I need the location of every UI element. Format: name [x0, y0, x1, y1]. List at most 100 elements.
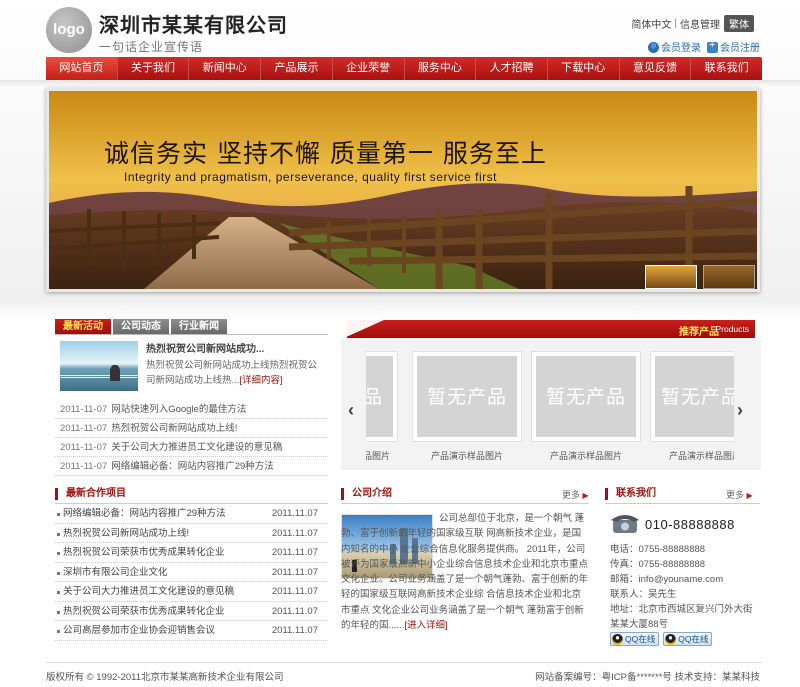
product-card[interactable]: 暂无产品 产品演示样品图片	[531, 351, 641, 463]
member-login-label: 会员登录	[661, 43, 701, 54]
products-title: 推荐产品	[679, 327, 719, 338]
product-card[interactable]: 暂无产品 产品演示样品图片	[366, 351, 398, 463]
nav-shadow	[0, 80, 800, 88]
cooperation-item[interactable]: 网络编辑必备：网站内容推广29种方法 2011.11.07	[55, 504, 328, 524]
member-login-link[interactable]: 会员登录	[648, 39, 701, 54]
feature-news-desc: 热烈祝贺公司新网站成功上线热烈祝贺公司新网站成功上线热...[详细内容]	[146, 358, 326, 388]
nav-item-service[interactable]: 服务中心	[405, 57, 477, 80]
tab-latest-activity[interactable]: 最新活动	[55, 319, 111, 335]
chevron-right-icon: ▶	[746, 491, 753, 500]
cooperation-item[interactable]: 热烈祝贺公司荣获市优秀成果转化企业 2011.11.07	[55, 602, 328, 621]
top-links: 简体中文 | 信息管理 繁体	[631, 15, 754, 32]
cooperation-item[interactable]: 热烈祝贺公司新网站成功上线! 2011.11.07	[55, 524, 328, 543]
cooperation-item-date: 2011.11.07	[271, 605, 318, 617]
cooperation-item[interactable]: 公司高层参加市企业协会迎销售会议 2011.11.07	[55, 621, 328, 641]
feature-image-rail	[60, 375, 138, 378]
company-name: 深圳市某某有限公司	[99, 15, 288, 37]
contact-phone-number: 010-88888888	[645, 517, 735, 532]
news-list-item[interactable]: 2011-11-07 网站快速列入Google的最佳方法	[55, 400, 328, 419]
news-list-item[interactable]: 2011-11-07 关于公司大力推进员工文化建设的意见稿	[55, 438, 328, 457]
cooperation-item-title: 公司高层参加市企业协会迎销售会议	[63, 625, 216, 636]
news-date: 2011-11-07	[60, 461, 108, 472]
product-placeholder: 暂无产品	[366, 356, 393, 437]
product-card[interactable]: 暂无产品 产品演示样品图片	[412, 351, 522, 463]
nav-item-contact[interactable]: 联系我们	[691, 57, 762, 80]
cooperation-item[interactable]: 深圳市有限公司企业文化 2011.11.07	[55, 563, 328, 582]
contact-person: 联系人：吴先生	[610, 589, 677, 600]
feature-news-more-link[interactable]: [详细内容]	[239, 375, 282, 386]
member-links: 会员登录 会员注册	[648, 39, 760, 54]
cooperation-item-title: 热烈祝贺公司荣获市优秀成果转化企业	[63, 605, 225, 617]
product-caption: 产品演示样品图片	[668, 451, 734, 461]
feature-news-title[interactable]: 热烈祝贺公司新网站成功...	[146, 340, 264, 355]
feature-news-desc-text: 热烈祝贺公司新网站成功上线热烈祝贺公司新网站成功上线热...	[146, 360, 318, 386]
tab-company-news[interactable]: 公司动态	[113, 319, 169, 335]
cooperation-item-title: 热烈祝贺公司新网站成功上线!	[63, 527, 190, 539]
header: logo 深圳市某某有限公司 一句话企业宣传语 简体中文 | 信息管理 繁体 会…	[0, 0, 800, 56]
tabs-underline	[55, 334, 328, 335]
nav-item-downloads[interactable]: 下载中心	[548, 57, 620, 80]
member-register-label: 会员注册	[720, 43, 760, 54]
feature-image-person	[110, 365, 120, 381]
news-list-item[interactable]: 2011-11-07 热烈祝贺公司新网站成功上线!	[55, 419, 328, 438]
feature-news-image[interactable]	[60, 341, 138, 391]
cooperation-item-date: 2011.11.07	[271, 547, 318, 558]
footer-icp: 网站备案编号：粤ICP备*******号 技术支持：某某科技	[535, 672, 760, 683]
about-more-label: 更多	[562, 490, 581, 500]
cooperation-item-title: 深圳市有限公司企业文化	[63, 566, 168, 578]
nav-item-honors[interactable]: 企业荣誉	[333, 57, 405, 80]
nav-item-products[interactable]: 产品展示	[261, 57, 333, 80]
products-next-arrow[interactable]: ›	[737, 400, 743, 421]
contact-tel: 电话：0755-88888888	[610, 544, 706, 555]
product-image-frame: 暂无产品	[366, 351, 398, 442]
banner-thumbnail-2[interactable]	[703, 265, 755, 289]
about-more-link[interactable]: 更多 ▶	[562, 488, 589, 501]
lang-traditional-button[interactable]: 繁体	[724, 15, 754, 32]
about-detail-link[interactable]: [进入详细]	[404, 620, 447, 631]
news-title: 热烈祝贺公司新网站成功上线!	[111, 423, 238, 434]
nav-item-jobs[interactable]: 人才招聘	[476, 57, 548, 80]
nav-item-home[interactable]: 网站首页	[46, 57, 118, 80]
lang-simplified-link[interactable]: 简体中文	[631, 16, 671, 31]
news-title: 网络编辑必备：网站内容推广29种方法	[111, 461, 274, 472]
contact-title-line	[605, 503, 760, 504]
cooperation-list: 网络编辑必备：网站内容推广29种方法 2011.11.07 热烈祝贺公司新网站成功…	[55, 504, 328, 641]
cooperation-item[interactable]: 热烈祝贺公司荣获市优秀成果转化企业 2011.11.07	[55, 543, 328, 563]
news-date: 2011-11-07	[60, 404, 108, 415]
cooperation-item[interactable]: 关于公司大力推进员工文化建设的意见稿 2011.11.07	[55, 582, 328, 602]
news-list-item[interactable]: 2011-11-07 网络编辑必备：网站内容推广29种方法	[55, 457, 328, 476]
nav-item-news[interactable]: 新闻中心	[189, 57, 262, 80]
info-manage-link[interactable]: 信息管理	[680, 16, 720, 31]
tab-industry-news[interactable]: 行业新闻	[171, 319, 227, 335]
cooperation-item-title: 关于公司大力推进员工文化建设的意见稿	[63, 586, 235, 597]
nav-item-feedback[interactable]: 意见反馈	[620, 57, 692, 80]
cooperation-item-date: 2011.11.07	[271, 566, 318, 578]
cooperation-item-title: 热烈祝贺公司荣获市优秀成果转化企业	[63, 547, 225, 558]
news-title: 关于公司大力推进员工文化建设的意见稿	[111, 442, 283, 453]
telephone-icon	[611, 515, 639, 533]
chevron-right-icon: ▶	[582, 491, 589, 500]
products-header-decoration	[344, 320, 384, 338]
product-caption: 产品演示样品图片	[430, 451, 503, 461]
qq-penguin-icon	[665, 633, 677, 645]
product-caption: 产品演示样品图片	[366, 451, 390, 461]
top-links-separator: |	[674, 18, 677, 29]
user-icon	[648, 42, 659, 53]
contact-more-link[interactable]: 更多 ▶	[726, 488, 753, 501]
contact-email: 邮箱：info@youname.com	[610, 574, 724, 585]
banner-headline: 诚信务实 坚持不懈 质量第一 服务至上	[104, 139, 547, 168]
hero-banner[interactable]: 诚信务实 坚持不懈 质量第一 服务至上 Integrity and pragma…	[46, 88, 760, 292]
products-prev-arrow[interactable]: ‹	[348, 400, 354, 421]
logo[interactable]: logo	[46, 7, 92, 53]
qq-online-button[interactable]: QQ在线	[663, 632, 713, 646]
member-register-link[interactable]: 会员注册	[707, 39, 760, 54]
about-text: 公司总部位于北京，是一个朝气 蓬勃、富于创新的年轻的国家级互联 网高新技术企业，…	[341, 511, 589, 633]
banner-thumbnail-1[interactable]	[645, 265, 697, 289]
banner-subline: Integrity and pragmatism, perseverance, …	[124, 170, 497, 184]
about-text-body: 公司总部位于北京，是一个朝气 蓬勃、富于创新的年轻的国家级互联 网高新技术企业，…	[341, 513, 589, 632]
qq-online-button[interactable]: QQ在线	[610, 632, 660, 646]
cooperation-item-date: 2011.11.07	[271, 527, 318, 539]
product-card[interactable]: 暂无产品 产品演示样品图片	[650, 351, 734, 463]
cooperation-item-date: 2011.11.07	[271, 586, 318, 597]
nav-item-about[interactable]: 关于我们	[118, 57, 190, 80]
